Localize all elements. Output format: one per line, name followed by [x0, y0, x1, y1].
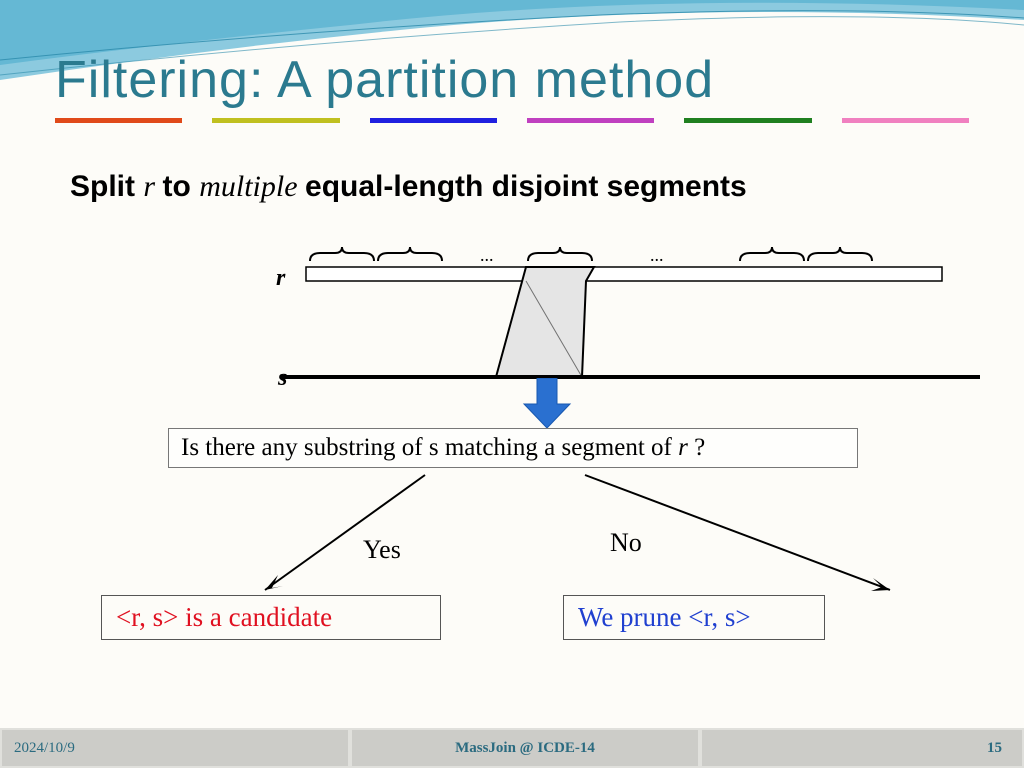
question-text: Is there any substring of s matching a s…: [181, 434, 678, 461]
subtitle-r: r: [143, 170, 162, 203]
question-qmark: ?: [694, 434, 705, 461]
footer: 2024/10/9 MassJoin @ ICDE-14 15: [0, 728, 1024, 768]
arrow-yes-icon: [250, 470, 450, 600]
candidate-box: <r, s> is a candidate: [101, 595, 441, 640]
svg-text:...: ...: [650, 245, 664, 265]
yes-label: Yes: [363, 535, 401, 565]
color-accent-bar: [0, 118, 1024, 123]
subtitle-rest: equal-length disjoint segments: [305, 170, 747, 203]
slide: Filtering: A partition method Split r to…: [0, 0, 1024, 768]
question-r: r: [678, 434, 694, 461]
subtitle: Split r to multiple equal-length disjoin…: [70, 170, 747, 204]
down-arrow-icon: [522, 378, 572, 430]
svg-text:...: ...: [480, 245, 494, 265]
partition-diagram: ... ...: [260, 235, 990, 395]
question-box: Is there any substring of s matching a s…: [168, 428, 858, 468]
subtitle-to: to: [163, 170, 200, 203]
prune-box: We prune <r, s>: [563, 595, 825, 640]
slide-title: Filtering: A partition method: [55, 50, 714, 110]
footer-venue: MassJoin @ ICDE-14: [350, 728, 700, 768]
subtitle-split: Split: [70, 170, 143, 203]
footer-page: 15: [700, 728, 1024, 768]
subtitle-multiple: multiple: [199, 170, 305, 203]
footer-date: 2024/10/9: [0, 728, 350, 768]
no-label: No: [610, 528, 642, 558]
